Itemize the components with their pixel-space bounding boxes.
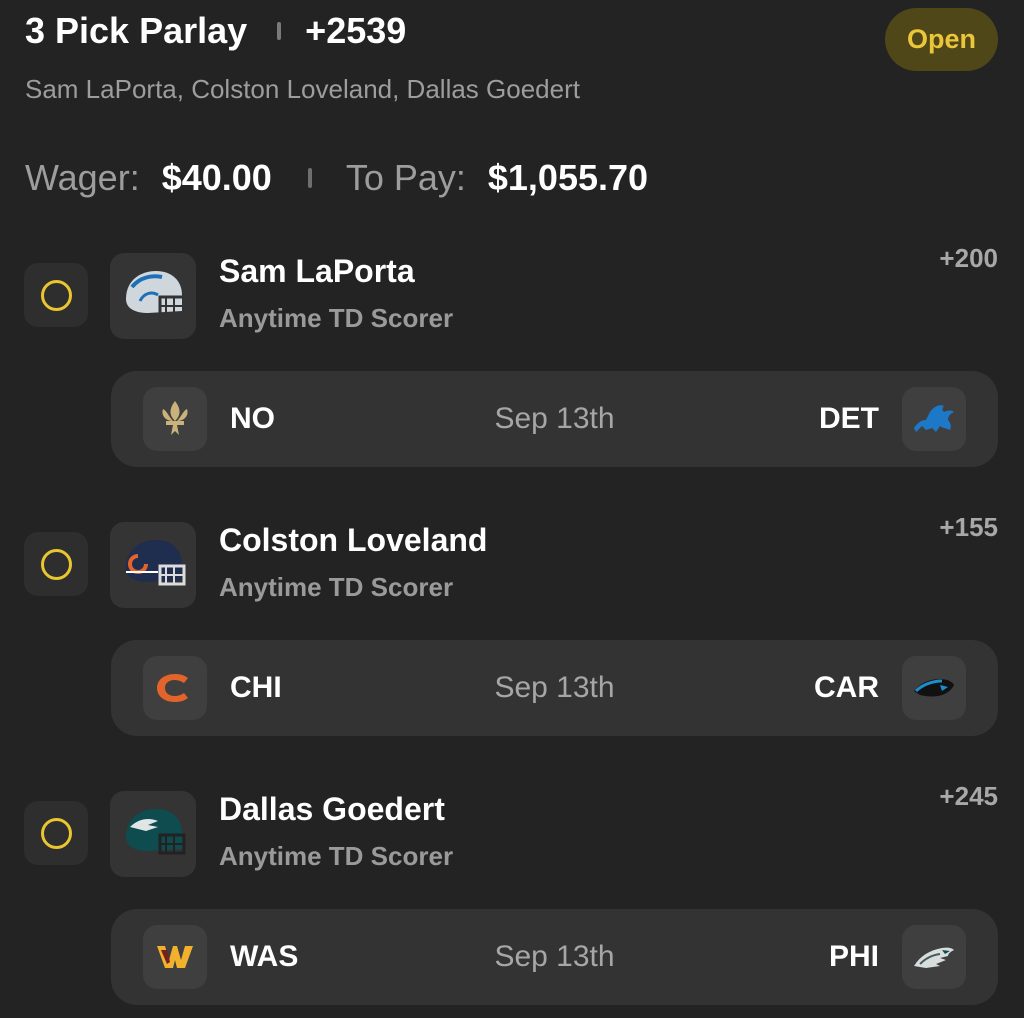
pick-odds: +245 [939,781,998,811]
game-matchup[interactable]: WAS Sep 13th PHI [111,909,998,1005]
pick-odds: +200 [939,243,998,273]
bet-title: 3 Pick Parlay [25,10,248,51]
player-name: Dallas Goedert [219,791,445,827]
pick-status-button[interactable] [24,263,88,327]
pick-odds: +155 [939,512,998,542]
payout-value: $1,055.70 [487,157,649,198]
bears-helmet-icon [110,522,196,608]
lions-helmet-icon [110,253,196,339]
wager-divider [307,168,312,188]
parlay-odds: +2539 [305,10,407,51]
players-summary: Sam LaPorta, Colston Loveland, Dallas Go… [25,74,580,104]
game-matchup[interactable]: NO Sep 13th DET [111,371,998,467]
pick-leg: Dallas Goedert Anytime TD Scorer +245 WA… [0,781,1024,1011]
market-label: Anytime TD Scorer [219,303,454,333]
lions-logo-icon [902,387,966,451]
wager-label: Wager: [25,157,140,198]
pending-circle-icon [40,817,72,849]
player-name: Sam LaPorta [219,253,415,289]
pick-status-button[interactable] [24,801,88,865]
pending-circle-icon [40,279,72,311]
pending-circle-icon [40,548,72,580]
home-team: CAR [814,671,879,704]
wager-value: $40.00 [161,157,272,198]
player-name: Colston Loveland [219,522,488,558]
pick-leg: Sam LaPorta Anytime TD Scorer +200 NO Se… [0,243,1024,473]
bet-header: 3 Pick Parlay +2539 [25,8,406,54]
home-team: DET [819,402,879,435]
wager-row: Wager: $40.00 To Pay: $1,055.70 [25,153,648,203]
pick-leg: Colston Loveland Anytime TD Scorer +155 … [0,512,1024,742]
market-label: Anytime TD Scorer [219,841,454,871]
market-label: Anytime TD Scorer [219,572,454,602]
payout-label: To Pay: [345,157,466,198]
game-matchup[interactable]: CHI Sep 13th CAR [111,640,998,736]
panthers-logo-icon [902,656,966,720]
pick-status-button[interactable] [24,532,88,596]
eagles-helmet-icon [110,791,196,877]
eagles-logo-icon [902,925,966,989]
title-divider [277,22,282,40]
home-team: PHI [828,940,879,973]
status-badge: Open [885,8,998,71]
